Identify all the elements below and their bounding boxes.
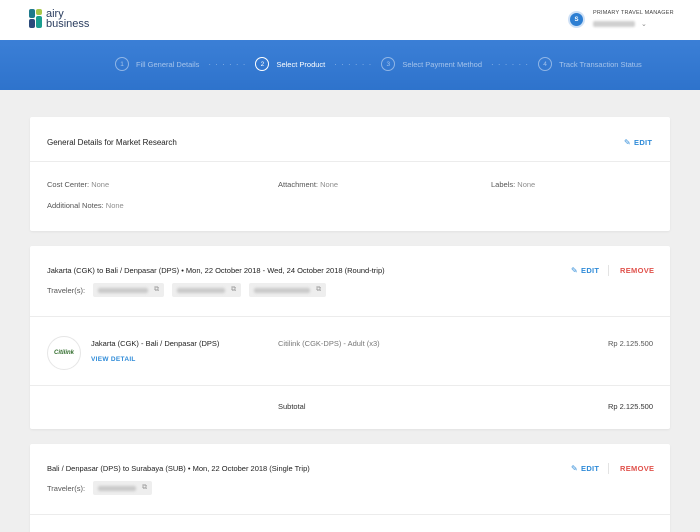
step-number: 3: [381, 57, 396, 71]
traveler-chip[interactable]: ⧉: [249, 283, 327, 297]
edit-label: EDIT: [581, 266, 600, 275]
trip-card-cgk-dps: Jakarta (CGK) to Bali / Denpasar (DPS) •…: [30, 246, 670, 429]
step-label: Fill General Details: [136, 59, 200, 69]
edit-trip-button[interactable]: ✎ EDIT: [571, 464, 599, 473]
flight-description: Citilink (CGK-DPS) - Adult (x3): [278, 339, 380, 348]
traveler-chip[interactable]: ⧉: [93, 481, 153, 495]
step-label: Select Payment Method: [402, 59, 482, 69]
airy-business-logo[interactable]: airy business: [29, 9, 90, 30]
pencil-icon: ✎: [571, 464, 579, 473]
additional-notes-field: Additional Notes: None: [47, 201, 124, 210]
step-label: Track Transaction Status: [559, 59, 642, 69]
remove-trip-button[interactable]: REMOVE: [620, 464, 654, 473]
chevron-down-icon[interactable]: ⌄: [641, 20, 647, 28]
view-detail-link[interactable]: VIEW DETAIL: [91, 356, 136, 363]
external-link-icon[interactable]: ⧉: [231, 286, 236, 294]
trip-card-dps-sub: Bali / Denpasar (DPS) to Surabaya (SUB) …: [30, 444, 670, 532]
traveler-chip[interactable]: ⧉: [172, 283, 242, 297]
edit-general-button[interactable]: ✎ EDIT: [624, 138, 652, 147]
travelers-label: Traveler(s):: [47, 285, 86, 295]
labels-field: Labels: None: [491, 180, 536, 189]
step-separator: · · · · · ·: [208, 59, 247, 69]
top-bar: airy business S PRIMARY TRAVEL MANAGER ⌄: [0, 0, 700, 40]
logo-text-business: business: [46, 18, 90, 30]
progress-step-bar: 1 Fill General Details · · · · · · 2 Sel…: [0, 40, 700, 90]
user-role: PRIMARY TRAVEL MANAGER: [593, 10, 674, 16]
travelers-list: Traveler(s): ⧉: [47, 481, 160, 495]
avatar[interactable]: S: [568, 11, 585, 28]
edit-label: EDIT: [581, 464, 600, 473]
citilink-logo: Citilink: [47, 336, 81, 370]
external-link-icon[interactable]: ⧉: [154, 286, 159, 294]
step-fill-general-details[interactable]: 1 Fill General Details: [115, 57, 199, 71]
travelers-list: Traveler(s): ⧉ ⧉ ⧉: [47, 283, 334, 297]
step-track-transaction-status[interactable]: 4 Track Transaction Status: [538, 57, 642, 71]
pencil-icon: ✎: [624, 138, 632, 147]
edit-label: EDIT: [634, 138, 653, 147]
step-select-payment-method[interactable]: 3 Select Payment Method: [381, 57, 482, 71]
flight-price: Rp 2.125.500: [607, 339, 653, 348]
general-details-card: General Details for Market Research ✎ ED…: [30, 117, 670, 231]
step-select-product[interactable]: 2 Select Product: [255, 57, 325, 71]
external-link-icon[interactable]: ⧉: [316, 286, 321, 294]
subtotal-label: Subtotal: [278, 402, 306, 411]
attachment-field: Attachment: None: [278, 180, 339, 189]
remove-trip-button[interactable]: REMOVE: [620, 266, 654, 275]
travelers-label: Traveler(s):: [47, 483, 86, 493]
cost-center-field: Cost Center: None: [47, 180, 110, 189]
general-details-title: General Details for Market Research: [47, 138, 177, 147]
subtotal-value: Rp 2.125.500: [607, 402, 653, 411]
step-separator: · · · · · ·: [491, 59, 530, 69]
traveler-chip[interactable]: ⧉: [93, 283, 165, 297]
user-name-redacted: [593, 21, 635, 27]
step-number: 2: [255, 57, 270, 71]
trip-title: Bali / Denpasar (DPS) to Surabaya (SUB) …: [47, 464, 310, 473]
logo-mark-icon: [29, 9, 43, 29]
trip-title: Jakarta (CGK) to Bali / Denpasar (DPS) •…: [47, 266, 385, 275]
step-number: 1: [115, 57, 129, 71]
user-menu[interactable]: S PRIMARY TRAVEL MANAGER ⌄: [568, 10, 674, 28]
pencil-icon: ✎: [571, 266, 579, 275]
flight-route: Jakarta (CGK) - Bali / Denpasar (DPS): [91, 339, 220, 348]
external-link-icon[interactable]: ⧉: [142, 484, 147, 492]
step-number: 4: [538, 57, 553, 71]
edit-trip-button[interactable]: ✎ EDIT: [571, 266, 599, 275]
step-label: Select Product: [276, 59, 326, 69]
step-separator: · · · · · ·: [334, 59, 373, 69]
